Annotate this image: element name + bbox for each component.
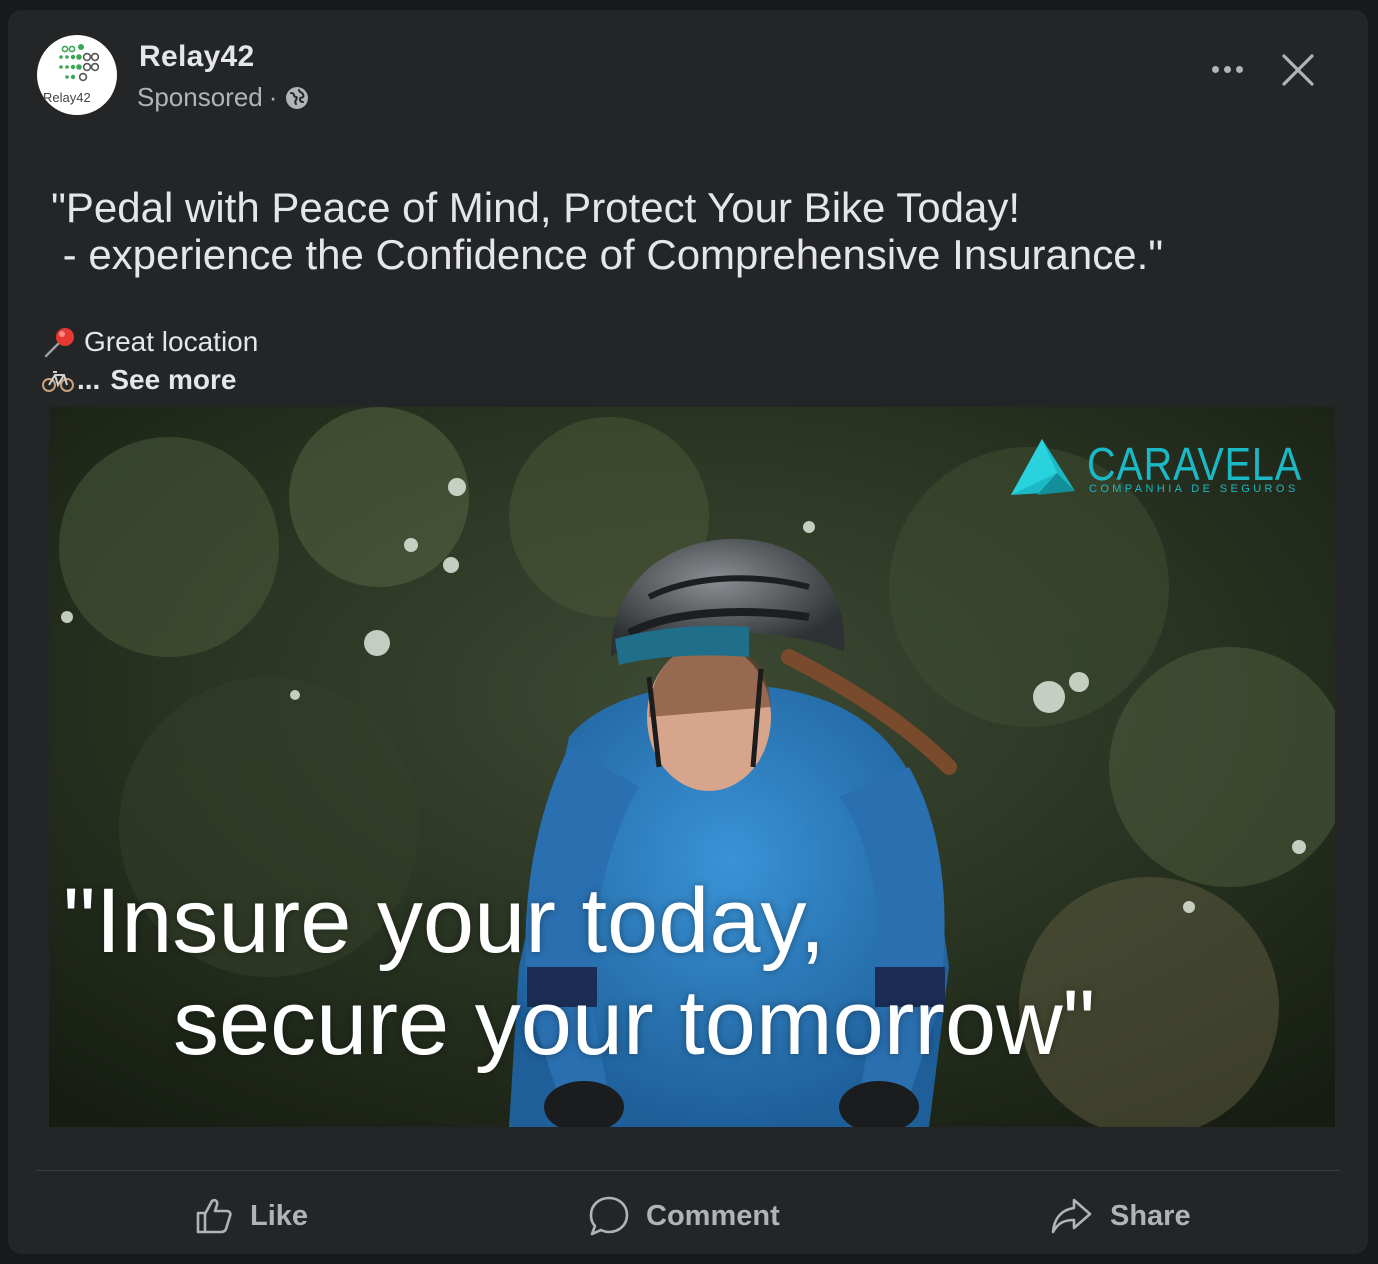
pushpin-icon xyxy=(44,328,74,358)
relay42-logo-icon: Relay42 xyxy=(43,44,100,105)
overlay-headline-line-1: "Insure your today, xyxy=(63,870,826,972)
thumbs-up-icon xyxy=(196,1198,232,1234)
sponsored-post-card: Relay42 Relay42 Sponsored · "Pedal with … xyxy=(8,10,1368,1254)
like-button[interactable]: Like xyxy=(194,1190,308,1242)
avatar-wordmark: Relay42 xyxy=(43,90,91,105)
see-more-line: ... See more xyxy=(42,364,236,396)
more-icon xyxy=(1211,65,1219,73)
globe-icon xyxy=(286,86,309,109)
like-label: Like xyxy=(250,1199,309,1232)
more-options-button[interactable] xyxy=(1204,54,1250,84)
post-message: "Pedal with Peace of Mind, Protect Your … xyxy=(51,184,1164,278)
comment-label: Comment xyxy=(646,1199,780,1232)
comment-icon xyxy=(589,1196,629,1236)
bicycle-icon xyxy=(42,371,74,392)
share-icon xyxy=(1051,1198,1092,1234)
close-icon xyxy=(1282,54,1314,86)
see-more-link[interactable]: See more xyxy=(110,364,236,396)
share-button[interactable]: Share xyxy=(1050,1190,1191,1242)
page-avatar[interactable]: Relay42 xyxy=(37,35,117,115)
post-detail-line: Great location xyxy=(42,324,258,360)
post-meta: Sponsored · xyxy=(137,82,309,113)
caravela-logo: CARAVELA COMPANHIA DE SEGUROS xyxy=(1007,437,1317,507)
meta-separator: · xyxy=(268,82,278,112)
detail-text: Great location xyxy=(84,326,259,357)
caravela-triangle-icon xyxy=(1011,439,1075,495)
ad-image[interactable]: CARAVELA COMPANHIA DE SEGUROS "Insure yo… xyxy=(49,407,1335,1127)
close-button[interactable] xyxy=(1278,50,1318,90)
brand-tagline: COMPANHIA DE SEGUROS xyxy=(1089,483,1299,495)
overlay-headline-line-2: secure your tomorrow" xyxy=(173,972,1096,1074)
truncation-ellipsis: ... xyxy=(77,364,101,395)
sponsored-label[interactable]: Sponsored xyxy=(137,82,263,113)
actions-divider xyxy=(36,1170,1340,1171)
comment-button[interactable]: Comment xyxy=(588,1190,780,1242)
share-label: Share xyxy=(1110,1199,1191,1232)
author-name[interactable]: Relay42 xyxy=(139,40,255,74)
